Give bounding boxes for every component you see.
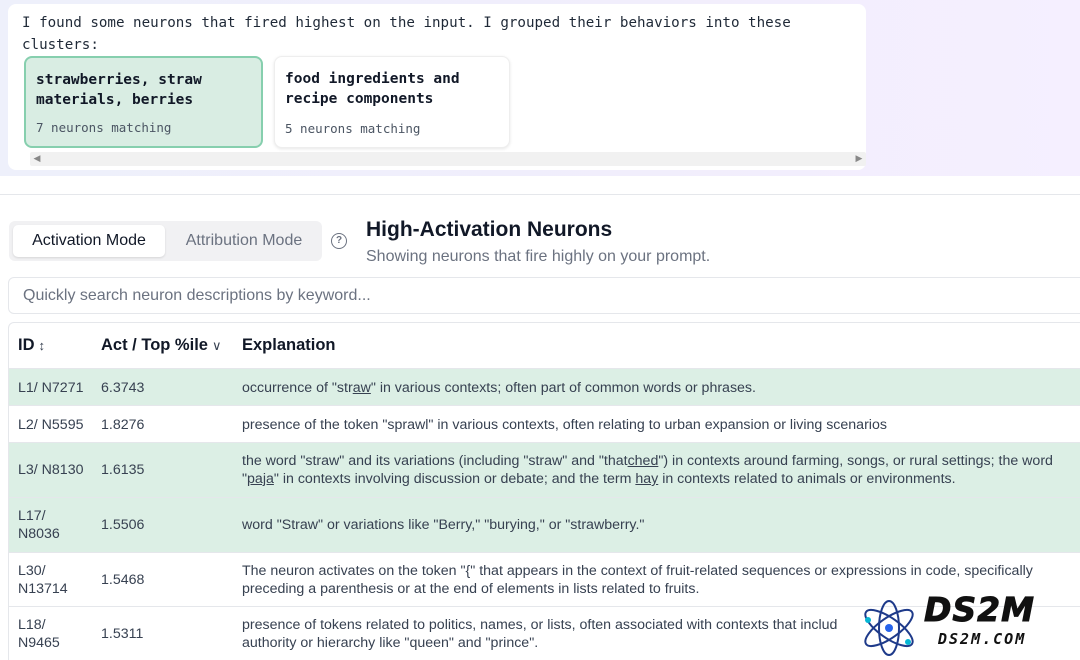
id-column-header[interactable]: ID ↕ bbox=[18, 336, 45, 355]
activation-value: 1.5468 bbox=[101, 572, 145, 588]
act-column-header[interactable]: Act / Top %ile ∨ bbox=[101, 336, 221, 355]
neuron-id: L1/ N7271 bbox=[18, 380, 84, 396]
id-header-label: ID bbox=[18, 336, 35, 354]
table-row[interactable]: L2/ N5595 1.8276 presence of the token "… bbox=[9, 406, 1080, 443]
neuron-explanation: presence of the token "sprawl" in variou… bbox=[242, 417, 887, 433]
section-divider bbox=[0, 194, 1080, 195]
search-input[interactable] bbox=[8, 277, 1080, 314]
table-row[interactable]: L17/N8036 1.5506 word "Straw" or variati… bbox=[9, 498, 1080, 553]
attribution-mode-button[interactable]: Attribution Mode bbox=[169, 225, 319, 257]
cluster-title: strawberries, straw materials, berries bbox=[36, 72, 202, 108]
page-subtitle: Showing neurons that fire highly on your… bbox=[366, 248, 711, 265]
cluster-count: 7 neurons matching bbox=[36, 120, 172, 135]
page-title: High-Activation Neurons bbox=[366, 218, 613, 241]
neuron-id: L18/N9465 bbox=[18, 617, 60, 651]
act-header-label: Act / Top %ile bbox=[101, 336, 208, 354]
neuron-id: L3/ N8130 bbox=[18, 462, 84, 478]
horizontal-scrollbar[interactable]: ◀ ▶ bbox=[30, 152, 866, 166]
activation-value: 1.5506 bbox=[101, 517, 145, 533]
help-circle-icon[interactable]: ? bbox=[331, 233, 347, 249]
watermark: DS2M DS2M.COM bbox=[856, 590, 1080, 660]
triangle-right-icon[interactable]: ▶ bbox=[852, 152, 866, 166]
chevron-down-icon[interactable]: ∨ bbox=[212, 338, 222, 353]
neuron-id: L30/N13714 bbox=[18, 563, 68, 597]
cluster-card-strawberries[interactable]: strawberries, straw materials, berries 7… bbox=[24, 56, 263, 148]
neuron-id: L17/N8036 bbox=[18, 508, 60, 542]
neuron-explanation: occurrence of "straw" in various context… bbox=[242, 380, 756, 396]
activation-value: 1.6135 bbox=[101, 462, 145, 478]
cluster-count: 5 neurons matching bbox=[285, 121, 421, 136]
watermark-url: DS2M.COM bbox=[938, 630, 1027, 648]
activation-value: 1.8276 bbox=[101, 417, 145, 433]
table-row[interactable]: L3/ N8130 1.6135 the word "straw" and it… bbox=[9, 443, 1080, 498]
watermark-text: DS2M bbox=[924, 590, 1035, 630]
neuron-id: L2/ N5595 bbox=[18, 417, 84, 433]
table-row[interactable]: L1/ N7271 6.3743 occurrence of "straw" i… bbox=[9, 369, 1080, 406]
activation-value: 1.5311 bbox=[101, 626, 144, 642]
sort-updown-icon[interactable]: ↕ bbox=[39, 338, 46, 353]
chat-panel-background: I found some neurons that fired highest … bbox=[0, 0, 1080, 176]
chat-message-card: I found some neurons that fired highest … bbox=[8, 4, 866, 170]
neuron-explanation: the word "straw" and its variations (inc… bbox=[242, 453, 1053, 487]
activation-mode-button[interactable]: Activation Mode bbox=[13, 225, 165, 257]
activation-value: 6.3743 bbox=[101, 380, 145, 396]
atom-logo-icon bbox=[864, 600, 914, 656]
explanation-column-header: Explanation bbox=[242, 336, 336, 354]
cluster-card-food-ingredients[interactable]: food ingredients and recipe components 5… bbox=[274, 56, 510, 148]
triangle-left-icon[interactable]: ◀ bbox=[30, 152, 44, 166]
mode-toggle: Activation Mode Attribution Mode bbox=[9, 221, 322, 261]
neuron-explanation: word "Straw" or variations like "Berry,"… bbox=[242, 517, 645, 533]
chat-message-text: I found some neurons that fired highest … bbox=[22, 15, 791, 53]
cluster-title: food ingredients and recipe components bbox=[285, 71, 460, 107]
table-header: ID ↕ Act / Top %ile ∨ Explanation bbox=[9, 323, 1080, 369]
